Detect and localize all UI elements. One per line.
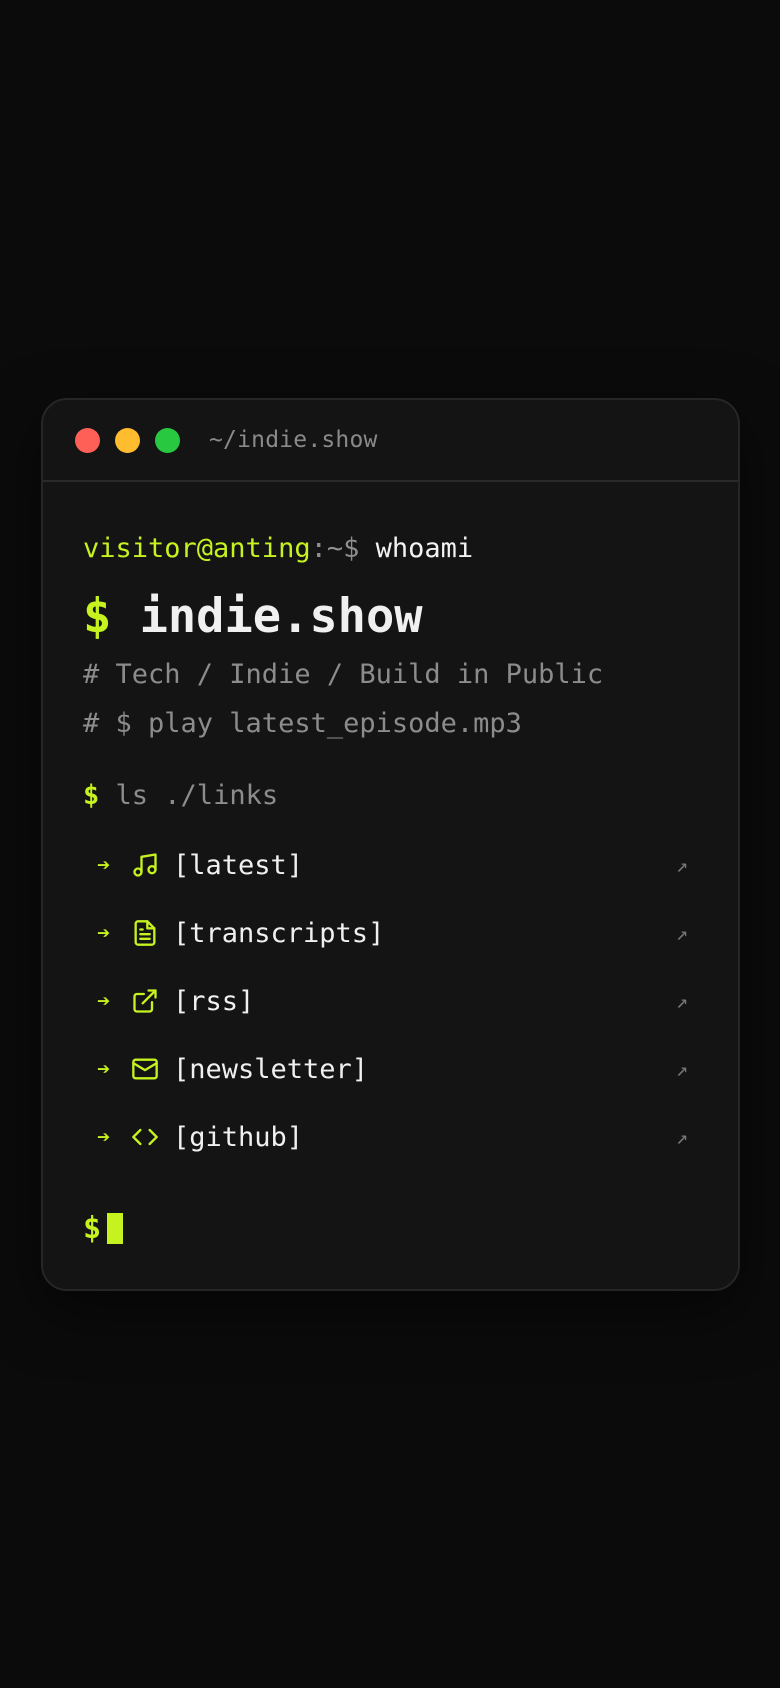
link-rss[interactable]: ➔ [rss] ↗ [83,967,698,1035]
terminal-window: ~/indie.show visitor@anting:~$ whoami $ … [41,398,740,1291]
external-arrow-icon: ↗ [675,989,688,1013]
link-github[interactable]: ➔ [github] ↗ [83,1103,698,1171]
external-link-icon [131,987,159,1015]
play-comment: # $ play latest_episode.mp3 [83,708,522,739]
link-label: [github] [173,1121,304,1153]
ls-prompt: $ ls ./links [83,779,698,813]
window-title: ~/indie.show [209,427,378,453]
link-label: [latest] [173,849,304,881]
arrow-icon: ➔ [97,1056,111,1082]
code-icon [131,1123,159,1151]
link-transcripts[interactable]: ➔ [transcripts] ↗ [83,899,698,967]
prompt-command: whoami [375,533,474,564]
link-label: [rss] [173,985,255,1017]
link-latest[interactable]: ➔ [latest] ↗ [83,831,698,899]
headline-dollar: $ [83,589,112,644]
link-newsletter[interactable]: ➔ [newsletter] ↗ [83,1035,698,1103]
music-note-icon [131,851,159,879]
headline-name: indie.show [139,589,423,644]
arrow-icon: ➔ [97,988,111,1014]
prompt-path: :~$ [310,533,360,564]
minimize-window-dot[interactable] [115,427,140,453]
external-arrow-icon: ↗ [675,1057,688,1081]
whoami-prompt: visitor@anting:~$ whoami [83,532,698,566]
tagline-comment: # Tech / Indie / Build in Public [83,659,604,690]
input-prompt[interactable]: $ [83,1210,698,1246]
terminal-body: visitor@anting:~$ whoami $ indie.show # … [43,482,738,1246]
link-label: [transcripts] [173,917,385,949]
external-arrow-icon: ↗ [675,853,688,877]
external-arrow-icon: ↗ [675,921,688,945]
final-dollar: $ [83,1210,102,1246]
link-label: [newsletter] [173,1053,369,1085]
mail-icon [131,1055,159,1083]
close-window-dot[interactable] [75,427,100,453]
external-arrow-icon: ↗ [675,1125,688,1149]
ls-command: ls ./links [115,780,279,811]
title-bar: ~/indie.show [43,400,738,482]
page: ~/indie.show visitor@anting:~$ whoami $ … [0,0,780,1688]
text-cursor [107,1212,124,1244]
prompt-user: visitor@anting [83,533,311,564]
maximize-window-dot[interactable] [155,427,180,453]
ls-dollar: $ [83,780,100,811]
arrow-icon: ➔ [97,1124,111,1150]
document-icon [131,919,159,947]
link-list: ➔ [latest] ↗ ➔ [transcripts] ↗ ➔ [rss] ↗… [83,831,698,1171]
page-title: $ indie.show [83,588,698,646]
arrow-icon: ➔ [97,920,111,946]
arrow-icon: ➔ [97,852,111,878]
